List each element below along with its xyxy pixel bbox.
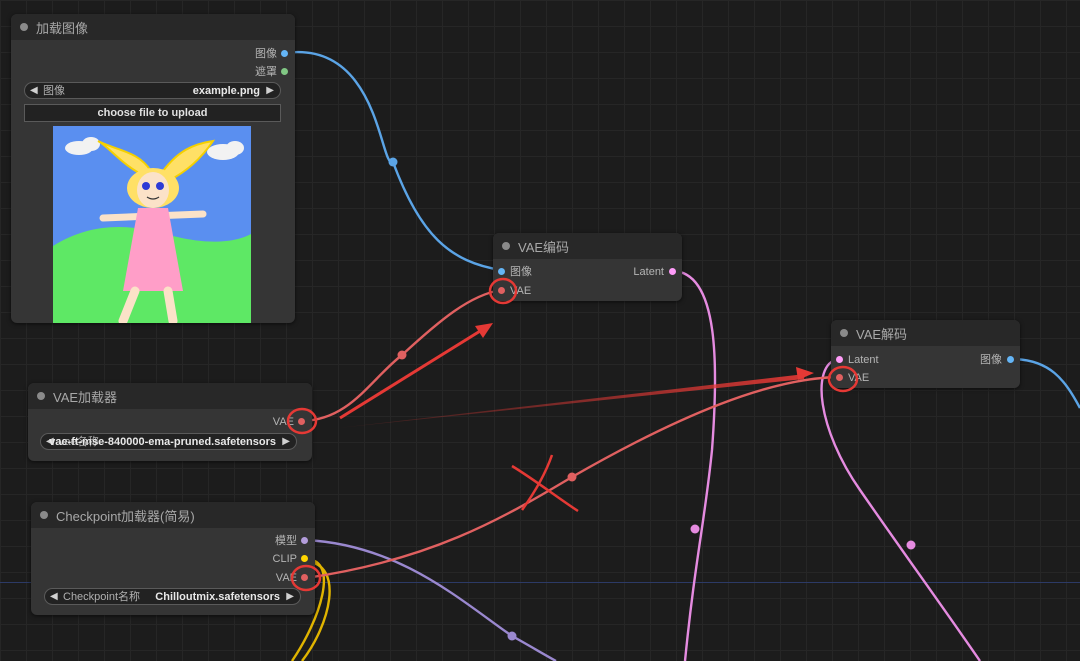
image-combo-widget[interactable]: ◀ 图像 example.png ▶ [24,82,281,99]
node-title: 加载图像 [36,20,89,36]
vae-name-combo-widget[interactable]: ◀ vae名称 vae-ft-mse-840000-ema-pruned.saf… [40,433,297,450]
output-label-vae: VAE [275,572,297,584]
widget-label: 图像 [43,85,65,97]
link-latent-encode-midpoint [690,524,700,534]
node-title: VAE加载器 [53,389,118,405]
output-slot-model[interactable] [301,537,308,544]
node-title: VAE解码 [856,326,908,342]
node-header[interactable]: VAE加载器 [28,383,312,409]
output-label-image: 图像 [980,354,1002,366]
arrow-to-encode [339,326,486,420]
next-arrow-icon[interactable]: ▶ [286,590,294,604]
output-slot-image[interactable] [1007,356,1014,363]
collapse-dot-icon[interactable] [37,392,45,400]
output-label-latent: Latent [633,266,664,278]
prev-arrow-icon[interactable]: ◀ [50,590,58,604]
collapse-dot-icon[interactable] [502,242,510,250]
prev-arrow-icon[interactable]: ◀ [30,84,38,98]
input-slot-vae[interactable] [498,287,505,294]
vae-encode-node[interactable]: VAE编码 图像 VAE Latent [493,233,682,301]
cross-mark [520,454,554,511]
preview-eye-right [156,182,164,190]
link-model [305,538,557,661]
arrow-to-decode-head [796,367,814,380]
output-slot-vae[interactable] [301,574,308,581]
arrow-to-decode-shaft [338,374,805,428]
collapse-dot-icon[interactable] [20,23,28,31]
link-vae-checkpoint-midpoint [567,472,577,482]
input-slot-image[interactable] [498,268,505,275]
link-vae-loader-midpoint [397,350,407,360]
arrow-to-encode-head [475,323,493,338]
checkpoint-loader-node[interactable]: Checkpoint加载器(简易) 模型 CLIP VAE ◀ Checkpoi… [31,502,315,615]
node-header[interactable]: VAE解码 [831,320,1020,346]
widget-value: Chilloutmix.safetensors [155,591,280,603]
checkpoint-name-combo-widget[interactable]: ◀ Checkpoint名称 Chilloutmix.safetensors ▶ [44,588,301,605]
preview-cloud-left [82,137,100,151]
link-image [284,50,502,272]
next-arrow-icon[interactable]: ▶ [266,84,274,98]
link-vae-checkpoint [305,375,840,580]
collapse-dot-icon[interactable] [840,329,848,337]
input-label-vae: VAE [510,285,532,297]
output-slot-vae[interactable] [298,418,305,425]
node-header[interactable]: Checkpoint加载器(简易) [31,502,315,528]
output-label-clip: CLIP [272,553,297,565]
widget-value: example.png [192,85,260,97]
output-label-image: 图像 [255,48,277,60]
node-title: Checkpoint加载器(简易) [56,508,195,524]
output-slot-image[interactable] [281,50,288,57]
input-slot-vae[interactable] [836,374,843,381]
vae-loader-node[interactable]: VAE加载器 VAE ◀ vae名称 vae-ft-mse-840000-ema… [28,383,312,461]
link-latent-decode-midpoint [906,540,916,550]
widget-label: Checkpoint名称 [63,591,141,603]
link-image-midpoint [388,157,398,167]
node-title: VAE编码 [518,239,570,255]
cross-mark [511,464,579,513]
load-image-node[interactable]: 加载图像 图像 遮罩 ◀ 图像 example.png ▶ choose fil… [11,14,295,323]
widget-value: vae-ft-mse-840000-ema-pruned.safetensors [49,436,276,448]
vae-decode-node[interactable]: VAE解码 Latent VAE 图像 [831,320,1020,388]
link-image-out [1010,357,1080,409]
link-model-midpoint [507,631,517,641]
image-preview [53,126,251,323]
preview-cloud-right [226,141,244,155]
output-label-mask: 遮罩 [255,66,277,78]
output-slot-clip[interactable] [301,555,308,562]
collapse-dot-icon[interactable] [40,511,48,519]
output-slot-mask[interactable] [281,68,288,75]
node-header[interactable]: VAE编码 [493,233,682,259]
input-label-image: 图像 [510,266,532,278]
link-latent-decode [820,357,981,661]
output-label-vae: VAE [272,416,294,428]
preview-leg-right [163,286,178,323]
input-label-latent: Latent [848,354,879,366]
node-header[interactable]: 加载图像 [11,14,295,40]
link-latent-encode [671,269,717,661]
input-slot-latent[interactable] [836,356,843,363]
next-arrow-icon[interactable]: ▶ [282,435,290,449]
output-slot-latent[interactable] [669,268,676,275]
link-vae-loader [301,288,502,423]
output-label-model: 模型 [275,535,297,547]
preview-eye-left [142,182,150,190]
upload-button[interactable]: choose file to upload [24,104,281,122]
input-label-vae: VAE [848,372,870,384]
preview-face [137,172,169,208]
